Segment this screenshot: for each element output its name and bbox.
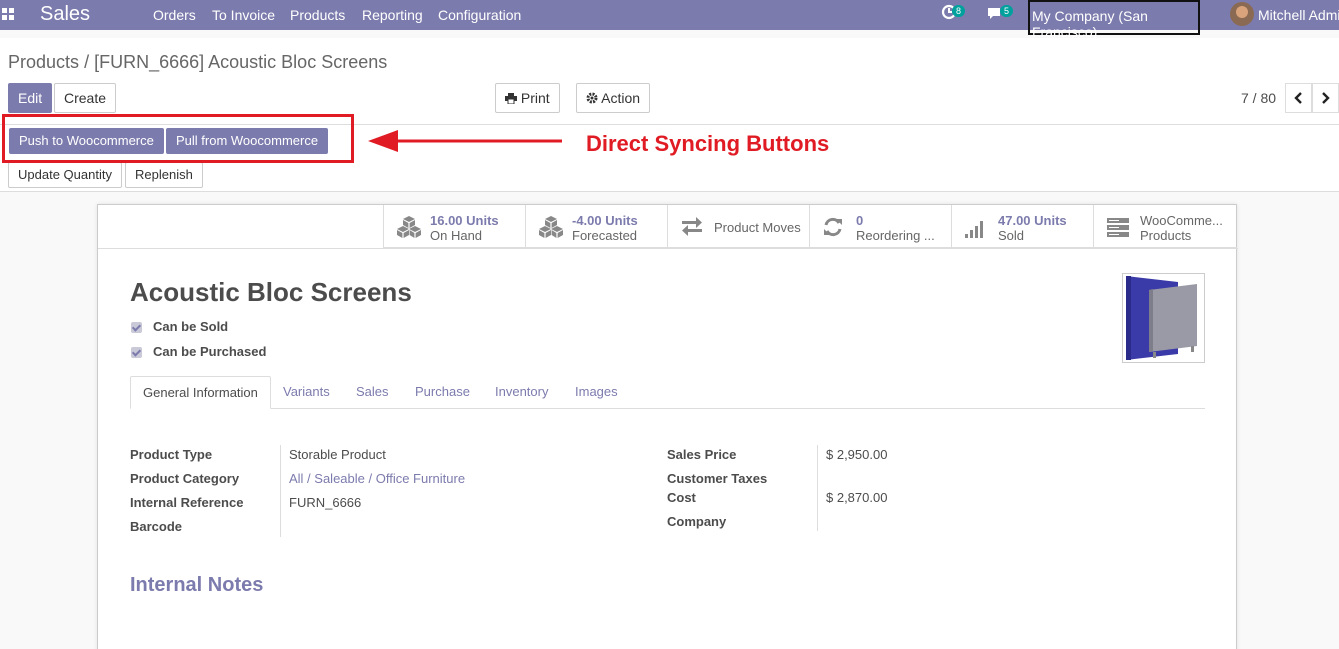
- internal-notes-heading: Internal Notes: [130, 574, 264, 596]
- pager-next[interactable]: [1312, 83, 1339, 113]
- woocommerce-products-label: Products: [1140, 228, 1192, 243]
- cost-label: Cost: [667, 490, 696, 505]
- reordering-label: Reordering ...: [856, 228, 935, 243]
- action-button[interactable]: Action: [576, 83, 651, 113]
- cost-field[interactable]: $ 2,870.00: [826, 490, 887, 505]
- update-quantity-button[interactable]: Update Quantity: [8, 162, 122, 188]
- menu-configuration[interactable]: Configuration: [438, 7, 521, 23]
- server-icon: [1107, 218, 1129, 237]
- reordering-value: 0: [856, 213, 864, 228]
- gear-icon: [586, 92, 598, 104]
- user-menu[interactable]: Mitchell Admin: [1258, 7, 1339, 23]
- left-group-divider: [280, 445, 281, 537]
- on-hand-label: On Hand: [430, 228, 483, 243]
- can-be-sold-checkbox[interactable]: [131, 322, 142, 333]
- annotation-label: Direct Syncing Buttons: [586, 131, 830, 156]
- annotation-highlight-box: [2, 114, 354, 163]
- tab-images[interactable]: Images: [563, 376, 630, 409]
- action-label: Action: [601, 90, 641, 106]
- breadcrumb: Products / [FURN_6666] Acoustic Bloc Scr…: [8, 52, 387, 73]
- pager-value[interactable]: 7 / 80: [1241, 90, 1276, 106]
- cubes-icon: [539, 216, 563, 238]
- tab-variants[interactable]: Variants: [271, 376, 342, 409]
- menu-to-invoice[interactable]: To Invoice: [212, 7, 275, 23]
- forecasted-label: Forecasted: [572, 228, 638, 243]
- user-avatar[interactable]: [1230, 2, 1254, 26]
- sold-label: Sold: [998, 228, 1025, 243]
- menu-reporting[interactable]: Reporting: [362, 7, 423, 23]
- smart-button-woocommerce[interactable]: WooComme... Products: [1093, 205, 1235, 248]
- activity-badge: 8: [952, 5, 966, 17]
- cubes-icon: [397, 216, 421, 238]
- product-category-field[interactable]: All / Saleable / Office Furniture: [289, 471, 465, 486]
- smart-button-reordering[interactable]: 0 Reordering ...: [809, 205, 951, 248]
- messages-badge: 5: [1000, 5, 1014, 17]
- product-name[interactable]: Acoustic Bloc Screens: [130, 277, 412, 308]
- top-navbar: Sales Orders To Invoice Products Reporti…: [0, 0, 1339, 40]
- breadcrumb-separator: /: [84, 52, 90, 72]
- chevron-right-icon: [1322, 92, 1330, 104]
- tab-purchase[interactable]: Purchase: [403, 376, 482, 409]
- menu-products[interactable]: Products: [290, 7, 345, 23]
- company-switcher[interactable]: My Company (San Francisco): [1028, 0, 1200, 40]
- create-button[interactable]: Create: [54, 83, 117, 113]
- print-button[interactable]: Print: [495, 83, 560, 113]
- smart-button-forecasted[interactable]: -4.00 Units Forecasted: [525, 205, 667, 248]
- product-type-label: Product Type: [130, 447, 213, 462]
- forecasted-value: -4.00 Units: [572, 213, 638, 228]
- smart-button-on-hand[interactable]: 16.00 Units On Hand: [383, 205, 525, 248]
- smart-button-sold[interactable]: 47.00 Units Sold: [951, 205, 1093, 248]
- tab-general-information[interactable]: General Information: [130, 376, 271, 409]
- product-type-field[interactable]: Storable Product: [289, 447, 386, 462]
- annotation-arrow-icon: [368, 130, 562, 152]
- breadcrumb-products[interactable]: Products: [8, 52, 79, 72]
- replenish-button[interactable]: Replenish: [125, 162, 203, 188]
- internal-reference-field[interactable]: FURN_6666: [289, 495, 361, 510]
- breadcrumb-current: [FURN_6666] Acoustic Bloc Screens: [94, 52, 388, 72]
- smart-button-product-moves[interactable]: Product Moves: [667, 205, 809, 248]
- refresh-icon: [824, 217, 842, 237]
- product-category-label: Product Category: [130, 471, 240, 486]
- sales-price-field[interactable]: $ 2,950.00: [826, 447, 887, 462]
- signal-icon: [965, 221, 983, 238]
- menu-orders[interactable]: Orders: [153, 7, 196, 23]
- customer-taxes-label: Customer Taxes: [667, 471, 768, 486]
- product-moves-label: Product Moves: [714, 220, 801, 235]
- on-hand-value: 16.00 Units: [430, 213, 499, 228]
- barcode-label: Barcode: [130, 519, 183, 534]
- pager-previous[interactable]: [1285, 83, 1312, 113]
- print-icon: [505, 93, 517, 105]
- woocommerce-label: WooComme...: [1140, 213, 1223, 228]
- print-label: Print: [520, 90, 550, 106]
- tab-inventory[interactable]: Inventory: [483, 376, 560, 409]
- edit-button[interactable]: Edit: [8, 83, 53, 113]
- can-be-purchased-checkbox[interactable]: [131, 347, 142, 358]
- sales-price-label: Sales Price: [667, 447, 737, 462]
- company-label: Company: [667, 514, 727, 529]
- smart-buttons-bar: 16.00 Units On Hand -4.00 Units Forecast…: [383, 205, 1237, 248]
- can-be-sold-label: Can be Sold: [153, 319, 229, 334]
- right-group-divider: [817, 445, 818, 531]
- internal-reference-label: Internal Reference: [130, 495, 244, 510]
- sold-value: 47.00 Units: [998, 213, 1067, 228]
- exchange-icon: [682, 217, 702, 236]
- smart-buttons-divider: [98, 248, 1238, 249]
- product-image[interactable]: [1122, 273, 1205, 363]
- form-sheet: 16.00 Units On Hand -4.00 Units Forecast…: [97, 204, 1238, 649]
- apps-menu-icon[interactable]: [2, 8, 14, 20]
- notebook-tabs: General Information Variants Sales Purch…: [130, 376, 1205, 409]
- app-name[interactable]: Sales: [40, 3, 90, 26]
- chevron-left-icon: [1294, 92, 1302, 104]
- control-panel: Products / [FURN_6666] Acoustic Bloc Scr…: [0, 38, 1339, 125]
- can-be-purchased-label: Can be Purchased: [153, 344, 267, 359]
- tab-sales[interactable]: Sales: [344, 376, 401, 409]
